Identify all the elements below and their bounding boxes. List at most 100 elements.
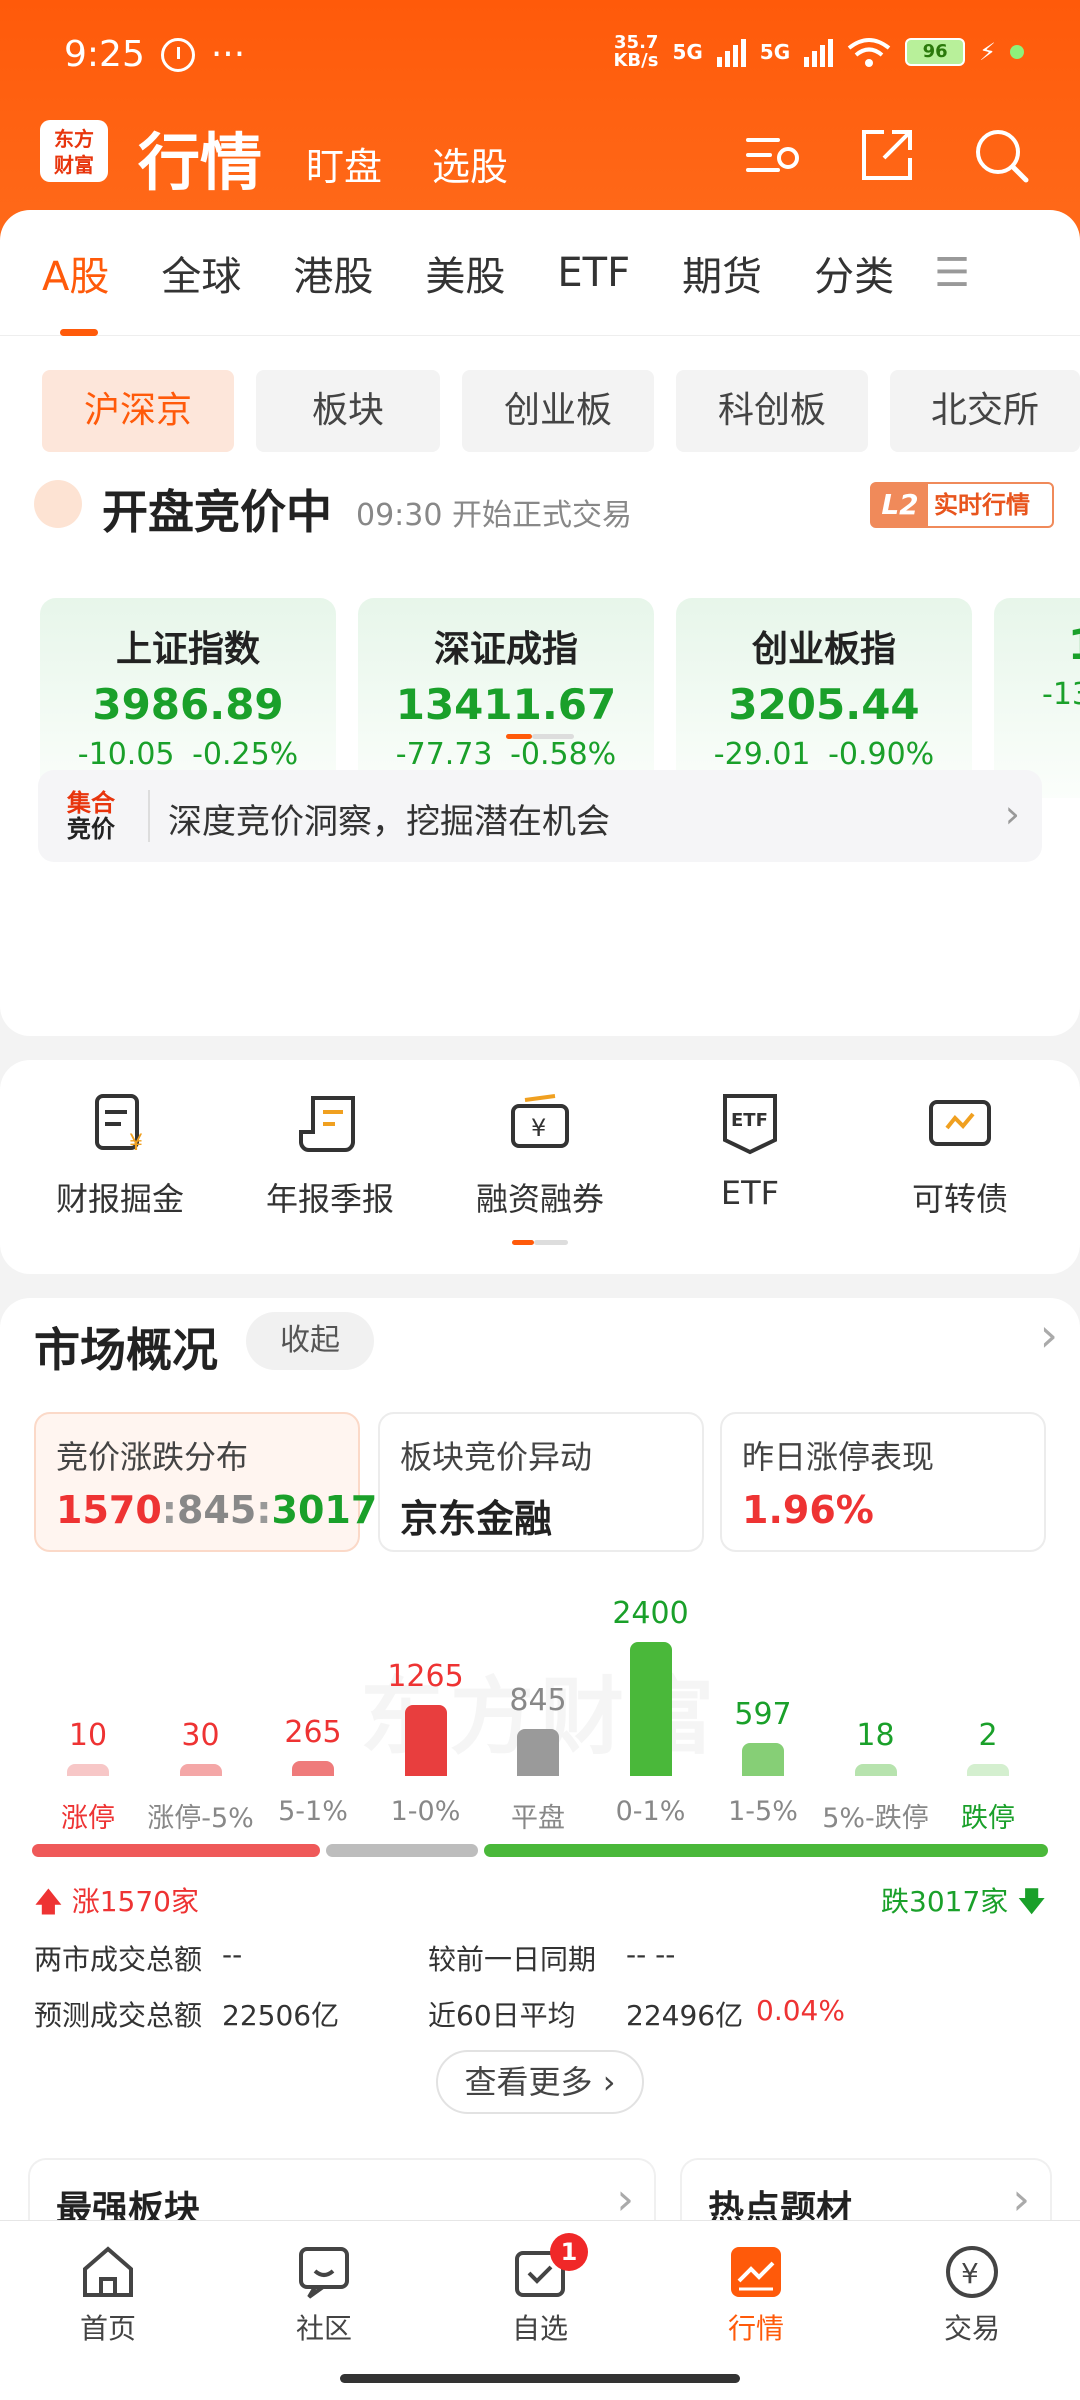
network-type-1: 5G [672, 40, 703, 64]
trade-icon: ¥ [941, 2241, 1003, 2303]
nav-home[interactable]: 首页 [38, 2241, 178, 2347]
subtab-sector[interactable]: 板块 [256, 370, 440, 452]
bottom-navigation: 首页 社区 1 自选 行情 ¥ 交易 [0, 2220, 1080, 2400]
index-card-szse[interactable]: 深证成指 13411.67 -77.73 -0.58% [358, 598, 654, 798]
turnover-avg-label: 近60日平均 [428, 1999, 576, 2032]
network-speed: 35.7 KB/s [613, 32, 659, 71]
subtab-chinext[interactable]: 创业板 [462, 370, 654, 452]
chevron-right-icon: › [1004, 792, 1020, 836]
turnover-prev-label: 较前一日同期 [428, 1943, 597, 1976]
breadth-down-label: 跌3017家 🡇 [881, 1885, 1046, 1918]
signal-icon-2 [804, 37, 834, 67]
market-icon [725, 2241, 787, 2303]
auction-promo-banner[interactable]: 集合 竞价 深度竞价洞察，挖掘潜在机会 › [38, 770, 1042, 862]
header-nav-watch[interactable]: 盯盘 [306, 136, 382, 191]
collapse-button[interactable]: 收起 [246, 1312, 374, 1370]
breadth-bar-down [483, 1844, 1048, 1857]
chart-value-label: 597 [734, 1696, 792, 1732]
watchlist-badge: 1 [550, 2233, 588, 2271]
turnover-forecast-value: 22506亿 [222, 1999, 340, 2032]
header-nav-screener[interactable]: 选股 [432, 136, 508, 191]
card-auction-distribution[interactable]: 竞价涨跌分布 1570:845:3017 [34, 1412, 377, 1552]
header-title[interactable]: 行情 [138, 112, 262, 202]
nav-trade[interactable]: ¥ 交易 [902, 2241, 1042, 2347]
card-sector-movement[interactable]: 板块竞价异动 京东金融 [378, 1412, 704, 1552]
chart-category-label: 1-5% [728, 1796, 798, 1827]
turnover-avg-value: 22496亿 [626, 1999, 744, 2032]
status-more: ··· [210, 34, 246, 75]
promo-text: 深度竞价洞察，挖掘潜在机会 [168, 802, 610, 842]
breadth-bar-flat [325, 1844, 478, 1857]
community-icon [293, 2241, 355, 2303]
svg-text:ETF: ETF [731, 1110, 768, 1131]
tab-etf[interactable]: ETF [557, 250, 630, 296]
divider [148, 790, 150, 842]
chart-value-label: 30 [181, 1718, 220, 1753]
l2-badge[interactable]: L2 实时行情 [870, 482, 1054, 528]
tab-category[interactable]: 分类 [814, 244, 894, 302]
auction-subtitle: 09:30 开始正式交易 [356, 498, 632, 533]
status-bar-left: 9:25 ··· [64, 34, 245, 75]
etf-icon: ETF [715, 1088, 785, 1158]
nav-market[interactable]: 行情 [686, 2241, 826, 2347]
search-icon[interactable] [970, 124, 1032, 186]
chart-bar [292, 1761, 334, 1776]
chart-category-label: 0-1% [615, 1796, 686, 1827]
tool-margin-trading[interactable]: ¥ 融资融券 [432, 1060, 648, 1220]
chart-bar [517, 1728, 559, 1776]
tab-us[interactable]: 美股 [425, 244, 505, 302]
subtab-bse[interactable]: 北交所 [890, 370, 1080, 452]
charging-icon: ⚡ [979, 38, 996, 66]
chart-value-label: 845 [509, 1682, 567, 1718]
tab-global[interactable]: 全球 [161, 244, 241, 302]
tool-financial-report[interactable]: ¥ 财报掘金 [12, 1060, 228, 1220]
tool-convertible-bond[interactable]: 可转债 [852, 1060, 1068, 1220]
battery-icon: 96 [905, 38, 966, 66]
svg-text:¥: ¥ [531, 1114, 546, 1142]
chart-value-label: 265 [284, 1715, 342, 1751]
share-icon[interactable] [856, 124, 918, 186]
see-more-button[interactable]: 查看更多 › [436, 2050, 644, 2114]
status-bar-right: 35.7 KB/s 5G 5G 96 ⚡ [613, 34, 1024, 70]
index-card-sse[interactable]: 上证指数 3986.89 -10.05 -0.25% [40, 598, 336, 798]
breadth-bar-up [32, 1844, 320, 1857]
sub-tabs: 沪深京 板块 创业板 科创板 北交所 [0, 370, 1080, 452]
margin-ticket-icon: ¥ [505, 1088, 575, 1158]
index-card-partial[interactable]: 1 -13 [994, 598, 1080, 798]
chart-bar [854, 1764, 897, 1776]
chart-bar [404, 1705, 447, 1776]
market-tabs: A股 全球 港股 美股 ETF 期货 分类 ☰ [0, 210, 1080, 336]
chevron-right-icon[interactable]: › [1040, 1308, 1058, 1362]
chart-bar [179, 1764, 222, 1776]
settings-list-icon[interactable] [742, 124, 804, 186]
tools-page-indicator-active [512, 1240, 534, 1245]
subtab-star[interactable]: 科创板 [676, 370, 868, 452]
carousel-indicator [532, 734, 574, 739]
turnover-total-value: -- [222, 1938, 243, 1971]
auction-title: 开盘竞价中 [102, 485, 332, 539]
tool-annual-report[interactable]: 年报季报 [222, 1060, 438, 1220]
nav-watchlist[interactable]: 1 自选 [470, 2233, 610, 2347]
tools-page-indicator [534, 1240, 568, 1245]
market-overview-card: 市场概况 收起 › 竞价涨跌分布 1570:845:3017 板块竞价异动 京东… [0, 1298, 1080, 2280]
index-card-chinext[interactable]: 创业板指 3205.44 -29.01 -0.90% [676, 598, 972, 798]
tabs-menu-icon[interactable]: ☰ [934, 250, 970, 296]
tab-futures[interactable]: 期货 [682, 244, 762, 302]
brand-logo[interactable]: 东方 财富 [40, 120, 108, 182]
subtab-shsz[interactable]: 沪深京 [42, 370, 234, 452]
turnover-total-label: 两市成交总额 [34, 1943, 203, 1976]
chart-category-label: 平盘 [511, 1803, 565, 1834]
card-limit-up-performance[interactable]: 昨日涨停表现 1.96% [720, 1412, 1046, 1552]
home-indicator[interactable] [340, 2374, 740, 2383]
tool-etf[interactable]: ETF ETF [642, 1060, 858, 1212]
chart-category-label: 5%-跌停 [822, 1803, 929, 1834]
tab-hk[interactable]: 港股 [293, 244, 373, 302]
chart-bar [742, 1742, 784, 1776]
nav-community[interactable]: 社区 [254, 2241, 394, 2347]
chart-bar [67, 1764, 109, 1776]
tab-a-shares[interactable]: A股 [42, 244, 109, 336]
breadth-up-label: 🡅 涨1570家 [34, 1885, 199, 1918]
chart-category-label: 1-0% [390, 1796, 461, 1827]
chart-bar [967, 1764, 1009, 1776]
chart-value-label: 2400 [612, 1596, 689, 1631]
